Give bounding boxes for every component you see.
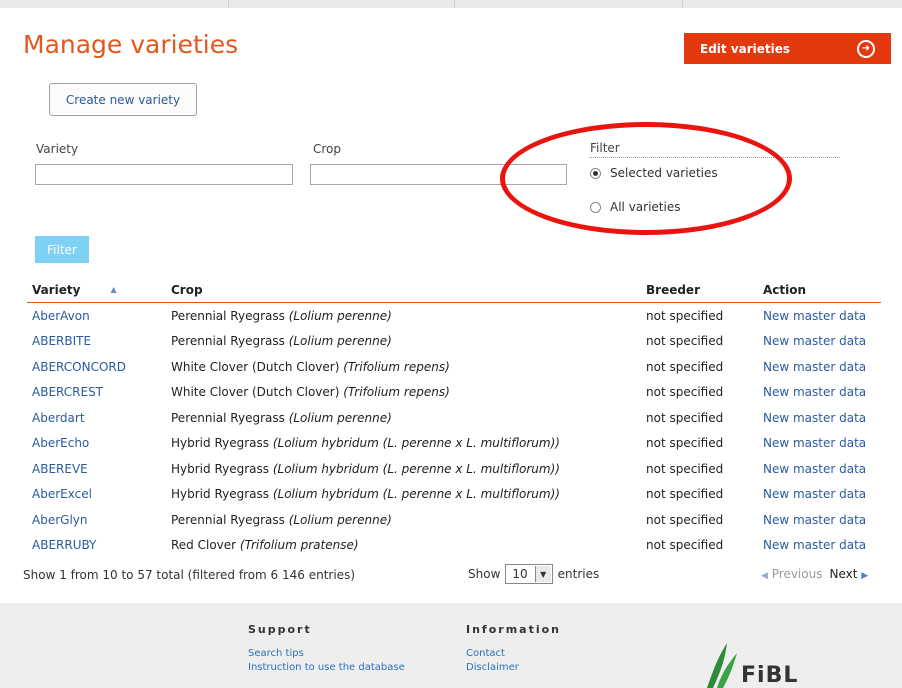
crop-cell: Hybrid Ryegrass (Lolium hybridum (L. per… — [171, 436, 560, 451]
information-heading: Information — [466, 623, 561, 636]
support-heading: Support — [248, 623, 312, 636]
crop-label: Crop — [313, 142, 342, 156]
variety-link[interactable]: ABEREVE — [32, 462, 88, 476]
entries-label: entries — [557, 567, 600, 581]
breeder-cell: not specified — [646, 308, 724, 323]
variety-input[interactable] — [35, 164, 293, 185]
new-master-data-link[interactable]: New master data — [763, 487, 866, 501]
arrow-right-circle-icon: ➜ — [857, 39, 875, 58]
new-master-data-link[interactable]: New master data — [763, 411, 866, 425]
logo-text: FiBL — [741, 663, 799, 688]
page-size-value: 10 — [512, 567, 528, 581]
instruction-link[interactable]: Instruction to use the database — [248, 662, 405, 673]
table-row: ABERCREST White Clover (Dutch Clover) (T… — [27, 380, 881, 406]
top-nav-strip — [0, 0, 902, 8]
pagination-info: Show 1 from 10 to 57 total (filtered fro… — [23, 568, 355, 582]
crop-cell: White Clover (Dutch Clover) (Trifolium r… — [171, 359, 450, 374]
breeder-cell: not specified — [646, 359, 724, 374]
radio-unchecked-icon — [590, 201, 601, 213]
triangle-left-icon: ◀ — [761, 571, 768, 581]
breeder-cell: not specified — [646, 334, 724, 349]
new-master-data-link[interactable]: New master data — [763, 334, 866, 348]
variety-label: Variety — [36, 142, 79, 156]
breeder-cell: not specified — [646, 436, 724, 451]
variety-link[interactable]: AberEcho — [32, 436, 89, 450]
new-master-data-link[interactable]: New master data — [763, 436, 866, 450]
column-header-breeder[interactable]: Breeder — [641, 278, 758, 303]
variety-link[interactable]: AberAvon — [32, 309, 90, 323]
breeder-cell: not specified — [646, 538, 724, 553]
contact-link[interactable]: Contact — [466, 648, 505, 659]
column-header-variety[interactable]: Variety ▲ — [27, 278, 166, 303]
table-row: AberGlyn Perennial Ryegrass (Lolium pere… — [27, 507, 881, 533]
variety-link[interactable]: AberExcel — [32, 487, 92, 501]
filter-divider — [589, 157, 840, 158]
new-master-data-link[interactable]: New master data — [763, 462, 866, 476]
crop-input[interactable] — [310, 164, 567, 185]
column-header-crop[interactable]: Crop — [166, 278, 641, 303]
fibl-leaf-icon — [707, 643, 737, 688]
variety-link[interactable]: ABERRUBY — [32, 538, 96, 552]
varieties-table: Variety ▲ Crop Breeder Action AberAvon Pe… — [27, 278, 881, 558]
new-master-data-link[interactable]: New master data — [763, 513, 866, 527]
edit-varieties-button[interactable]: Edit varieties ➜ — [684, 33, 891, 64]
pager: ◀ Previous Next ▶ — [761, 567, 868, 581]
crop-cell: Hybrid Ryegrass (Lolium hybridum (L. per… — [171, 461, 560, 476]
breeder-cell: not specified — [646, 410, 724, 425]
search-tips-link[interactable]: Search tips — [248, 648, 304, 659]
breeder-cell: not specified — [646, 512, 724, 527]
table-row: ABERBITE Perennial Ryegrass (Lolium pere… — [27, 329, 881, 355]
dropdown-arrow-icon: ▼ — [534, 566, 551, 582]
variety-link[interactable]: ABERCONCORD — [32, 360, 126, 374]
table-row: AberAvon Perennial Ryegrass (Lolium pere… — [27, 303, 881, 329]
crop-cell: White Clover (Dutch Clover) (Trifolium r… — [171, 385, 450, 400]
variety-link[interactable]: ABERCREST — [32, 385, 103, 399]
crop-cell: Perennial Ryegrass (Lolium perenne) — [171, 410, 392, 425]
crop-cell: Perennial Ryegrass (Lolium perenne) — [171, 308, 392, 323]
radio-selected-varieties[interactable]: Selected varieties — [590, 166, 718, 180]
new-master-data-link[interactable]: New master data — [763, 309, 866, 323]
radio-checked-icon — [590, 167, 601, 179]
new-master-data-link[interactable]: New master data — [763, 385, 866, 399]
new-master-data-link[interactable]: New master data — [763, 538, 866, 552]
breeder-cell: not specified — [646, 487, 724, 502]
variety-link[interactable]: Aberdart — [32, 411, 85, 425]
table-header-row: Variety ▲ Crop Breeder Action — [27, 278, 881, 303]
filter-button[interactable]: Filter — [35, 236, 89, 263]
breeder-cell: not specified — [646, 461, 724, 476]
table-row: ABEREVE Hybrid Ryegrass (Lolium hybridum… — [27, 456, 881, 482]
radio-all-varieties[interactable]: All varieties — [590, 200, 680, 214]
table-row: AberExcel Hybrid Ryegrass (Lolium hybrid… — [27, 482, 881, 508]
page-size-select[interactable]: 10 ▼ — [505, 564, 553, 584]
radio-label: Selected varieties — [610, 166, 718, 180]
fibl-logo: FiBL — [703, 641, 798, 688]
sort-ascending-icon: ▲ — [110, 285, 117, 294]
site-footer: Support Search tips Instruction to use t… — [0, 603, 902, 688]
show-label: Show — [468, 567, 501, 581]
variety-link[interactable]: AberGlyn — [32, 513, 87, 527]
breeder-cell: not specified — [646, 385, 724, 400]
next-button[interactable]: Next ▶ — [829, 567, 868, 581]
table-row: Aberdart Perennial Ryegrass (Lolium pere… — [27, 405, 881, 431]
filter-label: Filter — [590, 141, 620, 155]
new-master-data-link[interactable]: New master data — [763, 360, 866, 374]
table-row: AberEcho Hybrid Ryegrass (Lolium hybridu… — [27, 431, 881, 457]
crop-cell: Hybrid Ryegrass (Lolium hybridum (L. per… — [171, 487, 560, 502]
page-title: Manage varieties — [23, 30, 239, 59]
disclaimer-link[interactable]: Disclaimer — [466, 662, 519, 673]
crop-cell: Red Clover (Trifolium pratense) — [171, 538, 359, 553]
column-header-action[interactable]: Action — [758, 278, 881, 303]
crop-cell: Perennial Ryegrass (Lolium perenne) — [171, 334, 392, 349]
previous-button[interactable]: ◀ Previous — [761, 567, 822, 581]
radio-label: All varieties — [610, 200, 681, 214]
page-size-control: Show 10 ▼ entries — [468, 564, 599, 584]
edit-varieties-label: Edit varieties — [700, 41, 791, 56]
variety-link[interactable]: ABERBITE — [32, 334, 91, 348]
crop-cell: Perennial Ryegrass (Lolium perenne) — [171, 512, 392, 527]
table-row: ABERCONCORD White Clover (Dutch Clover) … — [27, 354, 881, 380]
create-new-variety-button[interactable]: Create new variety — [49, 83, 197, 116]
triangle-right-icon: ▶ — [861, 571, 869, 581]
table-row: ABERRUBY Red Clover (Trifolium pratense)… — [27, 533, 881, 559]
